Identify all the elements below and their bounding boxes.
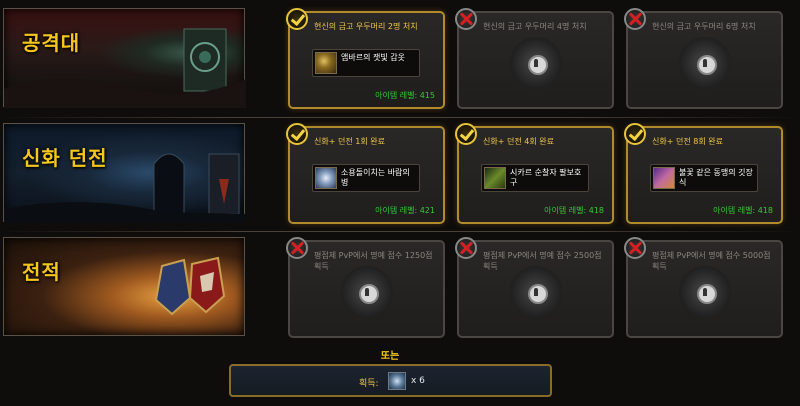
category-title: 전적	[22, 260, 61, 284]
checkmark-icon	[624, 123, 646, 145]
cross-icon	[455, 8, 477, 30]
requirement-text: 신화+ 던전 1회 완료	[314, 137, 385, 146]
checkmark-icon	[286, 123, 308, 145]
reward-item[interactable]: 소용돌이치는 바람의 병	[312, 164, 420, 192]
reward-card[interactable]: 현신의 금고 우두머리 6명 처치	[624, 8, 783, 109]
raid-row: 공격대 현신의 금고 우두머리 2명 처치 앰바르의 잿빛 갑옷 아이템 레벨:…	[0, 0, 800, 118]
reward-item[interactable]: 시카르 순찰자 팔보호구	[481, 164, 589, 192]
reward-card[interactable]: 현신의 금고 우두머리 2명 처치 앰바르의 잿빛 갑옷 아이템 레벨: 415	[286, 8, 445, 109]
pvp-shields-icon	[154, 256, 226, 316]
item-level: 아이템 레벨: 415	[375, 91, 435, 100]
plume-item-icon	[653, 167, 675, 189]
reward-card[interactable]: 신화+ 던전 8회 완료 불꽃 같은 동맹의 깃장식 아이템 레벨: 418	[624, 123, 783, 224]
dungeon-category-banner: 신화 던전	[3, 123, 246, 223]
alternative-reward-bar[interactable]: 획득: x 6	[229, 364, 552, 397]
wind-bottle-item-icon	[315, 167, 337, 189]
item-level: 아이템 레벨: 418	[544, 206, 604, 215]
lock-icon	[678, 36, 731, 89]
cross-icon	[624, 237, 646, 259]
requirement-text: 현신의 금고 우두머리 6명 처치	[652, 22, 756, 31]
category-title: 신화 던전	[22, 146, 108, 170]
reward-label: 획득:	[359, 379, 379, 389]
cross-icon	[286, 237, 308, 259]
category-title: 공격대	[22, 31, 81, 55]
requirement-text: 현신의 금고 우두머리 4명 처치	[483, 22, 587, 31]
dungeon-row: 신화 던전 신화+ 던전 1회 완료 소용돌이치는 바람의 병 아이템 레벨: …	[0, 118, 800, 232]
lock-icon	[340, 265, 393, 318]
reward-card[interactable]: 현신의 금고 우두머리 4명 처치	[455, 8, 614, 109]
requirement-text: 신화+ 던전 8회 완료	[652, 137, 723, 146]
armor-item-icon	[315, 52, 337, 74]
item-name: 앰바르의 잿빛 갑옷	[341, 53, 405, 62]
checkmark-icon	[286, 8, 308, 30]
reward-card[interactable]: 신화+ 던전 4회 완료 시카르 순찰자 팔보호구 아이템 레벨: 418	[455, 123, 614, 224]
pvp-category-banner: 전적	[3, 237, 245, 336]
item-level: 아이템 레벨: 421	[375, 206, 435, 215]
reward-quantity: x 6	[411, 376, 425, 386]
reward-card[interactable]: 신화+ 던전 1회 완료 소용돌이치는 바람의 병 아이템 레벨: 421	[286, 123, 445, 224]
vault-door-icon	[4, 28, 246, 108]
dungeon-gate-icon	[4, 153, 246, 223]
cross-icon	[455, 237, 477, 259]
pvp-row: 전적 평점제 PvP에서 명예 점수 1250점 획득 평점제 PvP에서 명예…	[0, 232, 800, 342]
checkmark-icon	[455, 123, 477, 145]
reward-card[interactable]: 평점제 PvP에서 명예 점수 2500점 획득	[455, 237, 614, 338]
reward-card[interactable]: 평점제 PvP에서 명예 점수 5000점 획득	[624, 237, 783, 338]
item-name: 시카르 순찰자 팔보호구	[510, 168, 582, 187]
item-name: 불꽃 같은 동맹의 깃장식	[679, 168, 753, 187]
reward-item[interactable]: 불꽃 같은 동맹의 깃장식	[650, 164, 758, 192]
reward-item[interactable]: 앰바르의 잿빛 갑옷	[312, 49, 420, 77]
lock-icon	[509, 36, 562, 89]
item-level: 아이템 레벨: 418	[713, 206, 773, 215]
lock-icon	[509, 265, 562, 318]
item-name: 소용돌이치는 바람의 병	[341, 168, 410, 187]
requirement-text: 현신의 금고 우두머리 2명 처치	[314, 22, 418, 31]
currency-icon	[388, 372, 406, 390]
requirement-text: 신화+ 던전 4회 완료	[483, 137, 554, 146]
reward-card[interactable]: 평점제 PvP에서 명예 점수 1250점 획득	[286, 237, 445, 338]
bracers-item-icon	[484, 167, 506, 189]
raid-category-banner: 공격대	[3, 8, 246, 108]
or-label: 또는	[380, 351, 400, 362]
cross-icon	[624, 8, 646, 30]
lock-icon	[678, 265, 731, 318]
